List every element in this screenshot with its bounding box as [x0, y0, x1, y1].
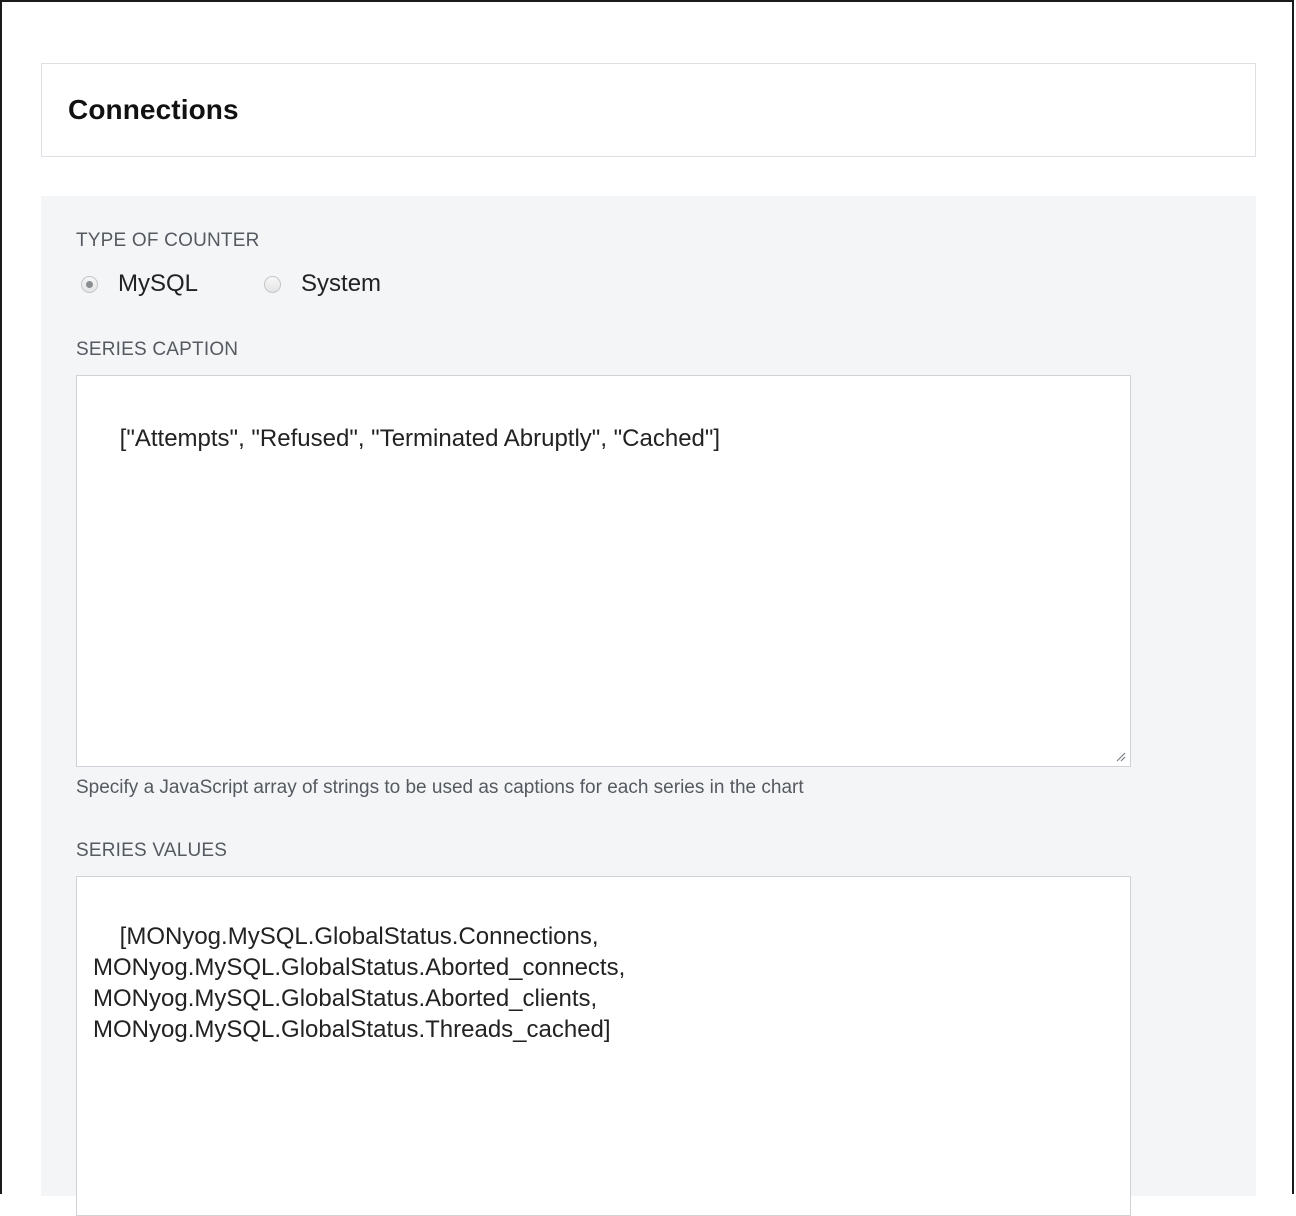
radio-mysql[interactable] [81, 275, 98, 293]
series-values-value: [MONyog.MySQL.GlobalStatus.Connections, … [93, 923, 626, 1043]
counter-type-label: TYPE OF COUNTER [76, 230, 260, 251]
radio-system[interactable] [264, 275, 282, 293]
series-caption-value: ["Attempts", "Refused", "Terminated Abru… [119, 425, 721, 452]
series-caption-help: Specify a JavaScript array of strings to… [76, 777, 804, 798]
series-values-label: SERIES VALUES [76, 840, 228, 861]
resize-grip-icon[interactable] [1114, 750, 1126, 762]
radio-option-mysql[interactable]: MySQL [81, 270, 198, 298]
radio-system-label[interactable]: System [301, 270, 381, 298]
counter-form: TYPE OF COUNTER MySQL System SERIES CAPT… [41, 196, 1256, 1216]
title-panel: Connections [41, 63, 1256, 157]
radio-mysql-label[interactable]: MySQL [118, 270, 198, 298]
page-title: Connections [68, 94, 239, 125]
series-caption-label: SERIES CAPTION [76, 339, 239, 360]
counter-type-radio-group: MySQL System [81, 269, 381, 299]
series-values-textarea[interactable]: [MONyog.MySQL.GlobalStatus.Connections, … [76, 876, 1131, 1216]
series-caption-textarea[interactable]: ["Attempts", "Refused", "Terminated Abru… [76, 375, 1131, 767]
radio-option-system[interactable]: System [264, 270, 381, 298]
